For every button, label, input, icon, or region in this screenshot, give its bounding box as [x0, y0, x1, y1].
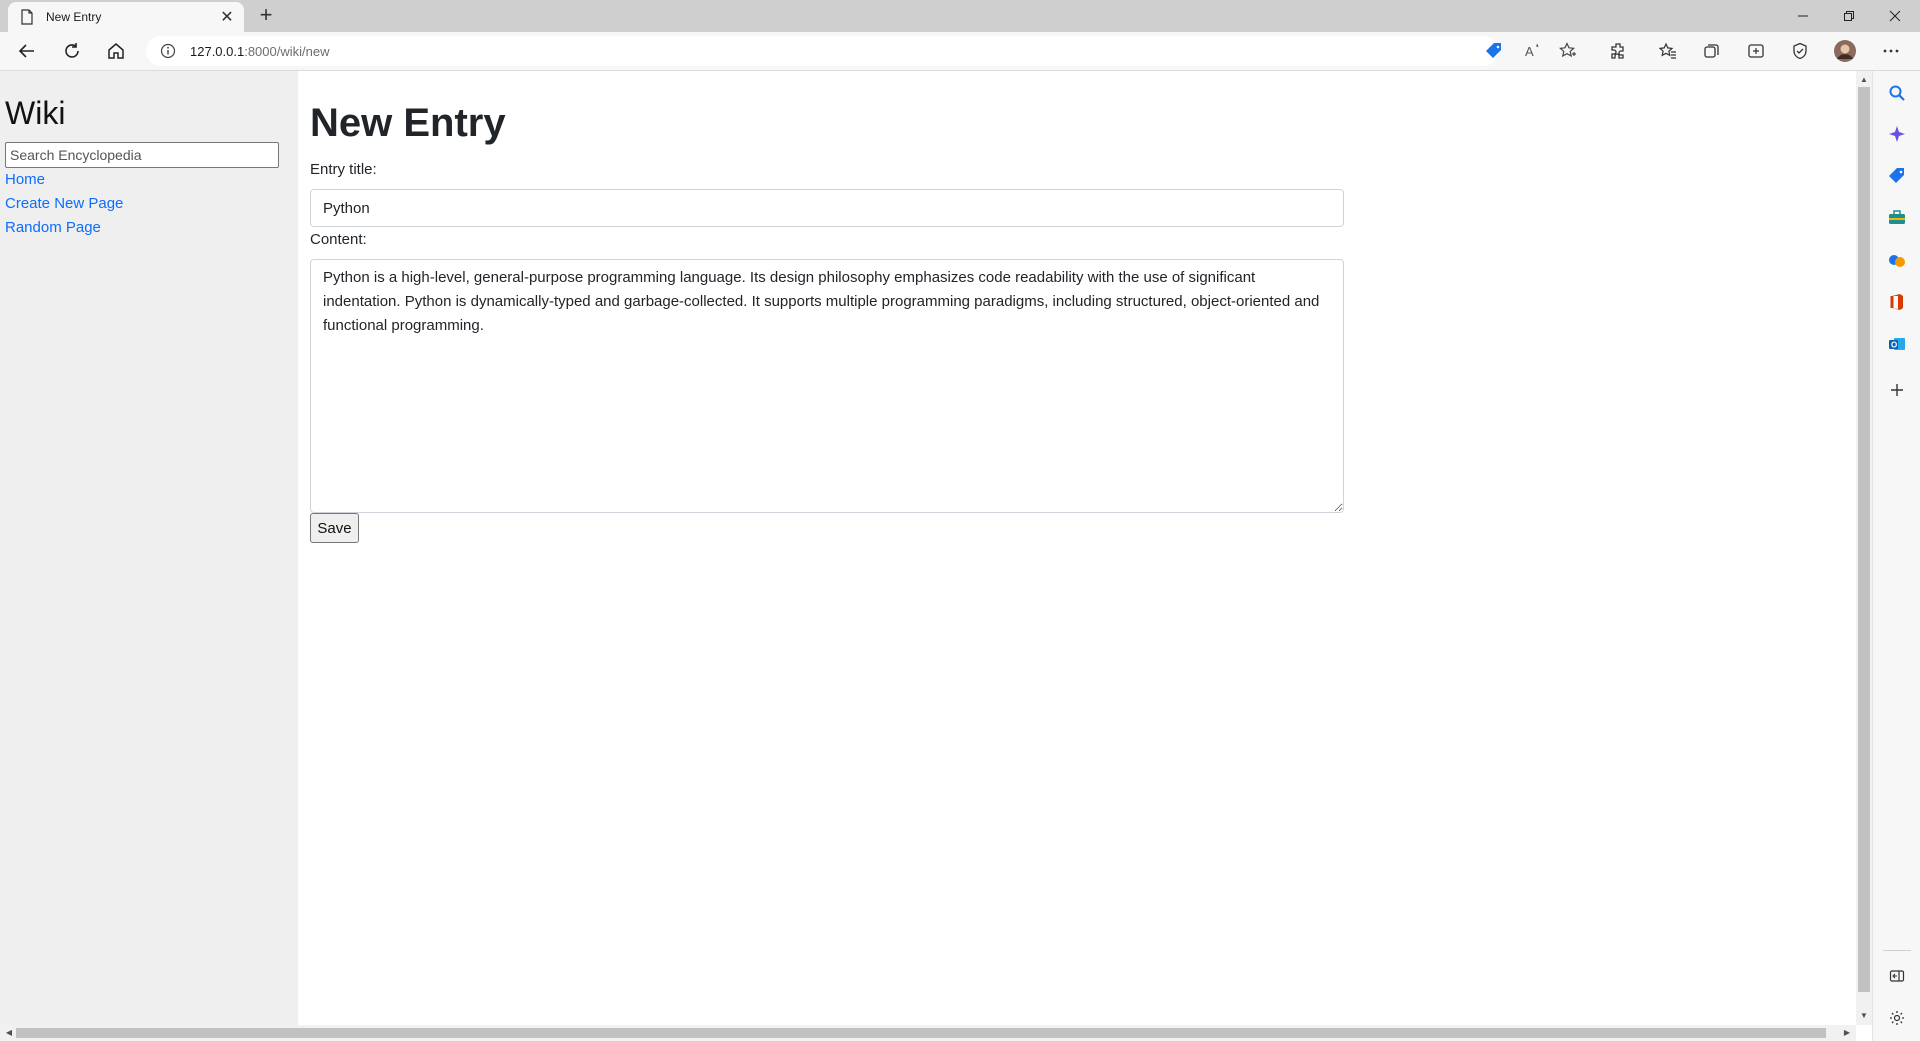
games-icon[interactable]	[1885, 248, 1909, 272]
edge-sidebar: O	[1872, 71, 1920, 1041]
page-icon	[21, 9, 33, 25]
content-label: Content:	[310, 231, 367, 248]
sidebar-title: Wiki	[5, 95, 66, 131]
browser-tab[interactable]: New Entry ✕	[8, 2, 244, 32]
office-icon[interactable]	[1885, 290, 1909, 314]
add-favorite-icon[interactable]	[1556, 39, 1580, 63]
svg-text:O: O	[1891, 341, 1897, 350]
profile-avatar-icon[interactable]	[1831, 37, 1859, 65]
shopping-tag-icon[interactable]	[1482, 39, 1506, 63]
more-options-icon[interactable]	[1877, 37, 1905, 65]
web-capture-icon[interactable]	[1742, 37, 1770, 65]
sidebar-link-create-new-page[interactable]: Create New Page	[5, 195, 123, 212]
scroll-left-icon[interactable]: ◀	[2, 1025, 16, 1041]
add-sidebar-app-icon[interactable]	[1885, 378, 1909, 402]
minimize-icon[interactable]	[1780, 0, 1826, 32]
tab-title: New Entry	[46, 10, 102, 24]
search-icon[interactable]	[1885, 81, 1909, 105]
scroll-up-icon[interactable]: ▲	[1856, 73, 1872, 87]
svg-text:A: A	[1525, 44, 1534, 59]
content-textarea[interactable]: Python is a high-level, general-purpose …	[310, 259, 1344, 513]
search-input[interactable]	[5, 142, 279, 168]
sidebar-link-random-page[interactable]: Random Page	[5, 219, 101, 236]
save-button[interactable]: Save	[310, 513, 359, 543]
refresh-icon[interactable]	[58, 37, 86, 65]
extensions-icon[interactable]	[1605, 37, 1633, 65]
browser-toolbar: 127.0.0.1:8000/wiki/new A	[0, 32, 1920, 71]
tools-icon[interactable]	[1885, 206, 1909, 230]
outlook-icon[interactable]: O	[1885, 332, 1909, 356]
favorites-icon[interactable]	[1654, 37, 1682, 65]
address-bar[interactable]: 127.0.0.1:8000/wiki/new	[146, 36, 1501, 66]
scroll-down-icon[interactable]: ▼	[1856, 1009, 1872, 1023]
collections-icon[interactable]	[1698, 37, 1726, 65]
tab-strip: New Entry ✕ +	[0, 0, 1920, 32]
copilot-sparkle-icon[interactable]	[1885, 122, 1909, 146]
url-text[interactable]: 127.0.0.1:8000/wiki/new	[190, 44, 330, 59]
edge-sidebar-divider	[1883, 950, 1911, 951]
sidebar-link-home[interactable]: Home	[5, 171, 45, 188]
close-window-icon[interactable]	[1872, 0, 1918, 32]
scroll-right-icon[interactable]: ▶	[1840, 1025, 1854, 1041]
close-tab-icon[interactable]: ✕	[218, 7, 236, 27]
read-aloud-icon[interactable]: A	[1521, 39, 1545, 63]
back-icon[interactable]	[13, 37, 41, 65]
vertical-scrollbar[interactable]: ▲ ▼	[1856, 71, 1872, 1025]
shopping-icon[interactable]	[1885, 164, 1909, 188]
home-icon[interactable]	[102, 37, 130, 65]
wiki-sidebar: Wiki Home Create New Page Random Page	[0, 71, 298, 1025]
page-viewport: Wiki Home Create New Page Random Page Ne…	[0, 71, 1856, 1025]
browser-essentials-icon[interactable]	[1786, 37, 1814, 65]
settings-gear-icon[interactable]	[1885, 1006, 1909, 1030]
horizontal-scroll-thumb[interactable]	[16, 1028, 1826, 1038]
new-tab-button[interactable]: +	[254, 4, 278, 28]
site-info-icon[interactable]	[160, 43, 176, 59]
hide-sidebar-icon[interactable]	[1885, 964, 1909, 988]
vertical-scroll-thumb[interactable]	[1858, 87, 1870, 992]
page-title: New Entry	[310, 101, 506, 145]
horizontal-scrollbar[interactable]: ◀ ▶	[0, 1025, 1856, 1041]
entry-title-label: Entry title:	[310, 161, 377, 178]
restore-icon[interactable]	[1826, 0, 1872, 32]
entry-title-input[interactable]	[310, 189, 1344, 227]
